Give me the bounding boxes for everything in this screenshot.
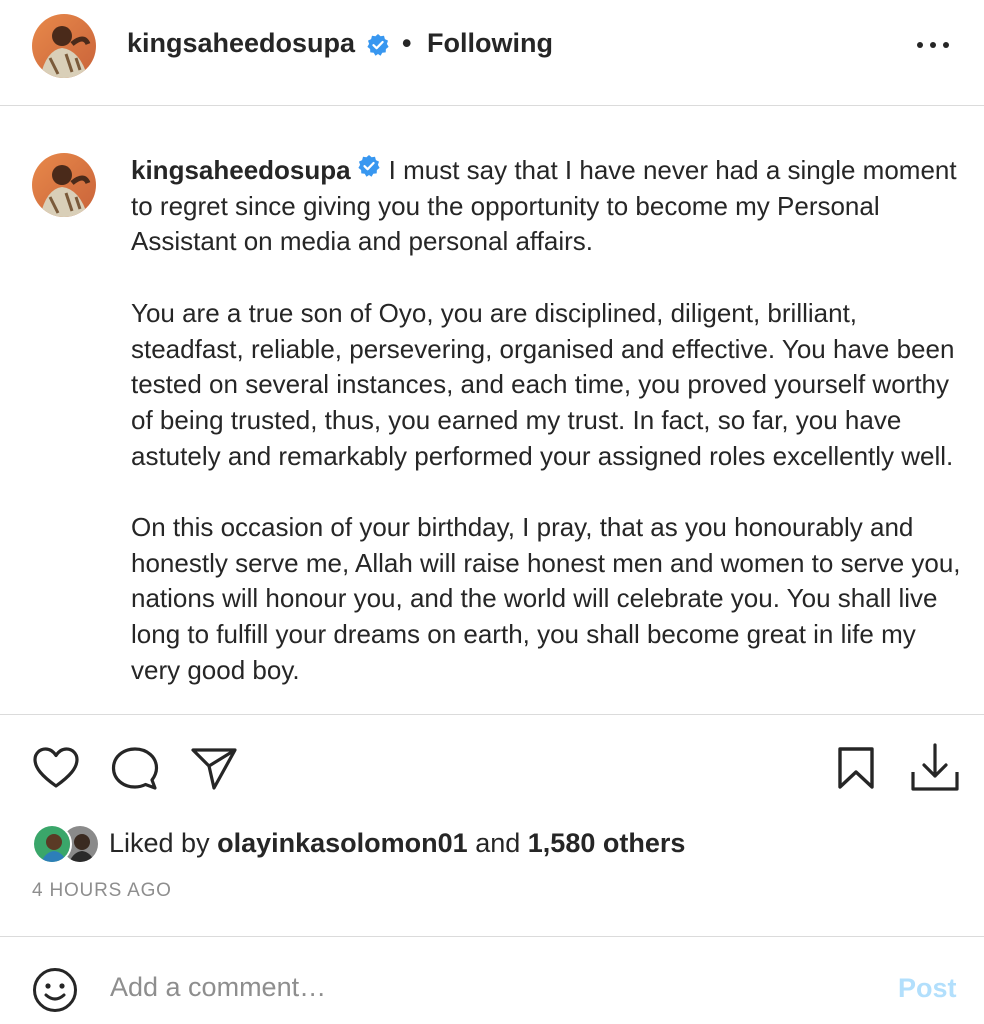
caption-author-avatar[interactable] xyxy=(32,153,96,217)
separator-dot: • xyxy=(402,28,412,58)
comment-input[interactable] xyxy=(110,965,870,1009)
comment-bubble-icon[interactable] xyxy=(111,746,159,792)
likes-count[interactable]: 1,580 others xyxy=(528,828,686,858)
following-button[interactable]: Following xyxy=(427,28,553,59)
download-icon[interactable] xyxy=(910,742,960,794)
liker-avatars[interactable] xyxy=(32,824,104,864)
more-options-icon[interactable] xyxy=(910,28,956,62)
caption-section: kingsaheedosupa I must say that I have ne… xyxy=(0,107,984,715)
caption-username[interactable]: kingsaheedosupa xyxy=(131,155,351,185)
likes-prefix: Liked by xyxy=(109,828,210,858)
likes-row: Liked by olayinkasolomon01 and 1,580 oth… xyxy=(32,820,932,870)
post-header: kingsaheedosupa • Following xyxy=(0,0,984,106)
comment-bar: Post xyxy=(0,936,984,1024)
verified-badge-icon xyxy=(366,33,390,62)
author-username[interactable]: kingsaheedosupa xyxy=(127,28,355,59)
heart-icon[interactable] xyxy=(32,746,80,790)
caption-paragraph-1: kingsaheedosupa I must say that I have ne… xyxy=(131,153,965,260)
likes-text: Liked by olayinkasolomon01 and 1,580 oth… xyxy=(109,828,685,859)
likes-conjunction: and xyxy=(475,828,521,858)
author-avatar[interactable] xyxy=(32,14,96,78)
post-timestamp[interactable]: 4 HOURS AGO xyxy=(32,880,172,902)
bookmark-icon[interactable] xyxy=(836,746,876,790)
action-bar xyxy=(0,716,984,820)
caption-paragraph-3: On this occasion of your birthday, I pra… xyxy=(131,512,961,685)
caption-text: kingsaheedosupa I must say that I have ne… xyxy=(131,153,965,714)
post-button[interactable]: Post xyxy=(898,973,957,1004)
paper-plane-icon[interactable] xyxy=(190,746,238,790)
caption-paragraph-2: You are a true son of Oyo, you are disci… xyxy=(131,297,955,471)
liker-avatar-1 xyxy=(32,824,72,864)
emoji-icon[interactable] xyxy=(32,967,78,1018)
liker-username[interactable]: olayinkasolomon01 xyxy=(217,828,468,858)
verified-badge-icon xyxy=(357,152,381,188)
